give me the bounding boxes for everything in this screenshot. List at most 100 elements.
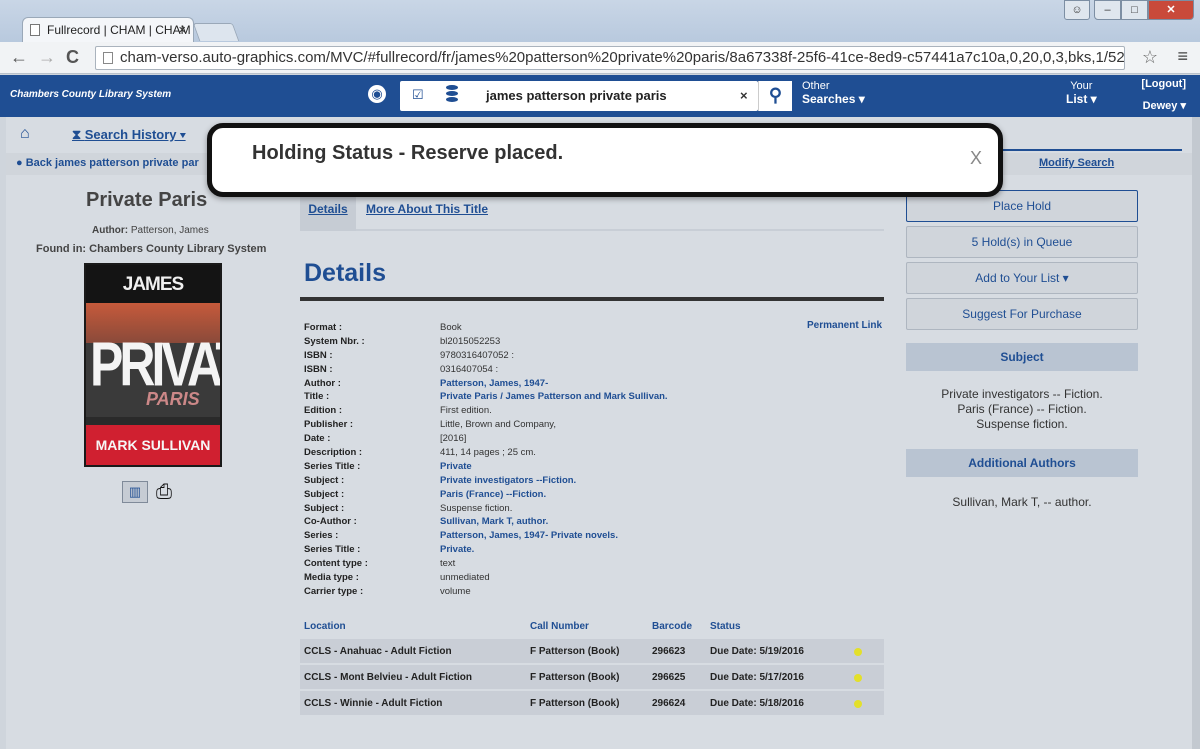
status-cell: Due Date: 5/19/2016 <box>710 646 804 657</box>
detail-row: Media type : unmediated <box>304 571 784 585</box>
checkbox-icon[interactable]: ☑ <box>412 87 424 103</box>
your-list-menu[interactable]: Your List ▾ <box>1066 80 1097 107</box>
modify-search-link[interactable]: Modify Search <box>1039 157 1114 169</box>
detail-row: Carrier type : volume <box>304 585 784 599</box>
new-tab-button[interactable] <box>192 23 240 41</box>
divider <box>300 297 884 301</box>
detail-label: Series Title : <box>304 460 361 472</box>
scrollbar[interactable] <box>1192 117 1200 749</box>
status-dot-icon <box>854 674 862 682</box>
subject-link[interactable]: Suspense fiction. <box>906 417 1138 432</box>
close-window-button[interactable]: ✕ <box>1148 0 1194 20</box>
toast-close-button[interactable]: X <box>970 148 982 169</box>
detail-label: ISBN : <box>304 363 333 375</box>
add-to-list-button[interactable]: Add to Your List ▾ <box>906 262 1138 294</box>
detail-label: Content type : <box>304 558 368 570</box>
dewey-menu[interactable]: Dewey ▾ <box>1143 99 1186 112</box>
holds-queue-button[interactable]: 5 Hold(s) in Queue <box>906 226 1138 258</box>
detail-label: Media type : <box>304 572 359 584</box>
book-cover-image: JAMES PATTERSON PRIVATE PARIS MARK SULLI… <box>84 263 222 467</box>
search-input[interactable]: james patterson private paris <box>486 88 667 103</box>
maximize-button[interactable]: □ <box>1121 0 1148 20</box>
tab-details[interactable]: Details <box>300 197 356 231</box>
detail-row: Series Title : Private <box>304 460 784 474</box>
logout-link[interactable]: [Logout] <box>1141 78 1186 90</box>
searches-label: Searches ▾ <box>802 92 865 106</box>
details-heading: Details <box>304 259 386 287</box>
table-row: CCLS - Mont Belvieu - Adult Fiction F Pat… <box>300 665 884 689</box>
detail-row: Subject : Suspense fiction. <box>304 502 784 516</box>
home-icon[interactable]: ⌂ <box>20 125 30 143</box>
search-history-menu[interactable]: ⧗ Search History ▾ <box>72 127 186 143</box>
database-icon[interactable] <box>446 85 458 103</box>
print-icon[interactable]: ⎙ <box>156 481 172 504</box>
back-to-results-link[interactable]: ● Back james patterson private par <box>16 157 199 169</box>
tab-close-icon[interactable]: × <box>178 18 186 42</box>
detail-row: Date : [2016] <box>304 432 784 446</box>
barcode-cell: 296625 <box>652 672 686 683</box>
detail-value[interactable]: Private Paris / James Patterson and Mark… <box>440 390 668 403</box>
detail-row: System Nbr. : bl2015052253 <box>304 335 784 349</box>
detail-value: 411, 14 pages ; 25 cm. <box>440 447 536 459</box>
page-icon <box>30 24 40 36</box>
detail-label: Series : <box>304 530 339 542</box>
detail-value: Little, Brown and Company, <box>440 419 556 431</box>
detail-value: [2016] <box>440 433 467 445</box>
author-link[interactable]: Sullivan, Mark T, -- author. <box>906 495 1138 510</box>
minimize-button[interactable]: – <box>1094 0 1121 20</box>
record-author: Author: Patterson, James <box>92 225 209 236</box>
detail-row: Subject : Paris (France) --Fiction. <box>304 488 784 502</box>
other-searches-menu[interactable]: Other Searches ▾ <box>802 80 865 107</box>
search-button[interactable]: ⚲ <box>758 81 792 111</box>
browser-menu-icon[interactable]: ≡ <box>1177 46 1188 67</box>
detail-row: Author : Patterson, James, 1947- <box>304 377 784 391</box>
detail-label: Subject : <box>304 474 345 486</box>
detail-value[interactable]: Patterson, James, 1947- <box>440 377 548 390</box>
detail-label: Format : <box>304 322 342 333</box>
detail-row: Description : 411, 14 pages ; 25 cm. <box>304 446 784 460</box>
back-arrow-icon[interactable]: ← <box>10 47 28 68</box>
barcode-header: Barcode <box>652 621 693 632</box>
browser-titlebar: Fullrecord | CHAM | CHAM × ☺ – □ ✕ <box>0 0 1200 42</box>
detail-value[interactable]: Sullivan, Mark T, author. <box>440 515 548 528</box>
detail-row: Series Title : Private. <box>304 543 784 557</box>
bookmark-star-icon[interactable]: ☆ <box>1142 47 1158 68</box>
suggest-purchase-button[interactable]: Suggest For Purchase <box>906 298 1138 330</box>
detail-value[interactable]: Private investigators --Fiction. <box>440 474 576 487</box>
detail-value: unmediated <box>440 572 490 584</box>
browser-tab[interactable]: Fullrecord | CHAM | CHAM × <box>22 17 194 42</box>
status-cell: Due Date: 5/18/2016 <box>710 698 804 709</box>
user-icon[interactable]: ☺ <box>1064 0 1090 20</box>
url-field[interactable]: cham-verso.auto-graphics.com/MVC/#fullre… <box>95 46 1125 70</box>
site-name[interactable]: Chambers County Library System <box>10 89 171 100</box>
detail-value[interactable]: Private. <box>440 543 474 556</box>
detail-value[interactable]: Paris (France) --Fiction. <box>440 488 546 501</box>
author-list: Sullivan, Mark T, -- author. <box>906 495 1138 510</box>
tab-more-about[interactable]: More About This Title <box>366 197 488 231</box>
cover-coauthor: MARK SULLIVAN <box>86 425 220 465</box>
page: ⌂ ⧗ Search History ▾ ● Back james patter… <box>0 117 1200 749</box>
detail-label: Date : <box>304 433 331 445</box>
detail-value: Book <box>440 322 462 333</box>
globe-icon[interactable]: ◉ <box>368 85 386 103</box>
detail-value[interactable]: Private <box>440 460 472 473</box>
detail-label: System Nbr. : <box>304 335 365 347</box>
divider <box>1002 149 1182 151</box>
record-tabs: Details More About This Title <box>300 197 884 231</box>
call-number-cell: F Patterson (Book) <box>530 646 620 657</box>
detail-label: Subject : <box>304 488 345 500</box>
detail-value: 0316407054 : <box>440 363 499 375</box>
detail-label: Co-Author : <box>304 516 357 528</box>
subject-link[interactable]: Private investigators -- Fiction. <box>906 387 1138 402</box>
forward-arrow-icon[interactable]: → <box>38 47 56 68</box>
detail-row: ISBN : 9780316407052 : <box>304 349 784 363</box>
reload-icon[interactable]: C <box>66 47 79 68</box>
subject-link[interactable]: Paris (France) -- Fiction. <box>906 402 1138 417</box>
open-book-icon[interactable]: ▥ <box>122 481 148 503</box>
detail-value[interactable]: Patterson, James, 1947- Private novels. <box>440 529 618 542</box>
tab-title: Fullrecord | CHAM | CHAM <box>47 23 191 37</box>
permanent-link[interactable]: Permanent Link <box>807 320 882 331</box>
window-controls: ☺ – □ ✕ <box>1064 0 1194 20</box>
cover-subtitle: PARIS <box>146 389 200 409</box>
clear-search-icon[interactable]: × <box>740 88 748 103</box>
